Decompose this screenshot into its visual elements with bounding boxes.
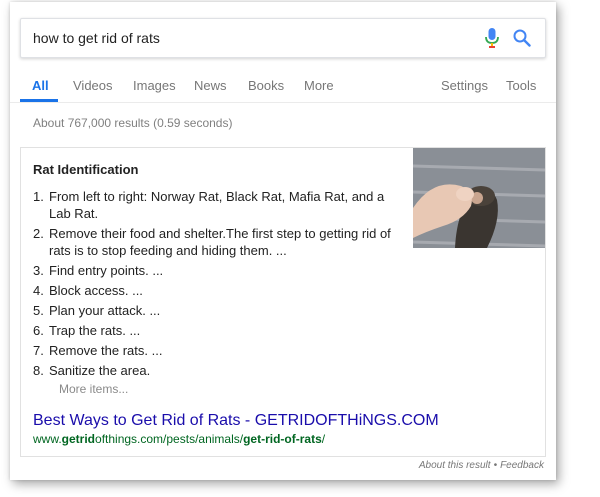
google-results-frame: how to get rid of rats All Videos Images… <box>10 2 556 480</box>
result-url[interactable]: www.getridofthings.com/pests/animals/get… <box>33 432 325 446</box>
about-this-result-link[interactable]: About this result <box>419 460 491 471</box>
tab-news[interactable]: News <box>194 78 227 93</box>
result-title-link[interactable]: Best Ways to Get Rid of Rats - GETRIDOFT… <box>33 412 439 430</box>
list-item: 8. Sanitize the area. <box>33 363 151 378</box>
microphone-icon[interactable] <box>485 28 499 48</box>
tab-more[interactable]: More <box>304 78 334 93</box>
search-input[interactable]: how to get rid of rats <box>33 30 160 46</box>
footer-separator: • <box>493 460 498 471</box>
tab-images[interactable]: Images <box>133 78 176 93</box>
list-item: 5. Plan your attack. ... <box>33 303 161 318</box>
list-item: 4. Block access. ... <box>33 283 143 298</box>
list-item: 7. Remove the rats. ... <box>33 343 163 358</box>
list-item: 2. Remove their food and shelter.The firs… <box>33 226 391 258</box>
tab-all[interactable]: All <box>32 78 49 93</box>
featured-snippet-card: Rat Identification 1. From left to right:… <box>20 147 546 457</box>
list-item: 1. From left to right: Norway Rat, Black … <box>33 189 385 221</box>
tab-settings[interactable]: Settings <box>441 78 488 93</box>
tab-books[interactable]: Books <box>248 78 284 93</box>
list-item: 3. Find entry points. ... <box>33 263 164 278</box>
snippet-steps-list: 1. From left to right: Norway Rat, Black … <box>33 188 403 382</box>
snippet-image[interactable] <box>413 148 545 248</box>
tab-videos[interactable]: Videos <box>73 78 113 93</box>
result-stats: About 767,000 results (0.59 seconds) <box>33 116 233 130</box>
feedback-link[interactable]: Feedback <box>500 460 544 471</box>
snippet-footer: About this result • Feedback <box>419 460 544 471</box>
snippet-heading: Rat Identification <box>33 162 139 177</box>
search-tabs: All Videos Images News Books More Settin… <box>10 64 556 103</box>
more-items-link[interactable]: More items... <box>59 382 128 396</box>
search-icon[interactable] <box>513 29 531 47</box>
list-item: 6. Trap the rats. ... <box>33 323 141 338</box>
search-box[interactable]: how to get rid of rats <box>20 18 546 58</box>
tab-tools[interactable]: Tools <box>506 78 536 93</box>
active-tab-indicator <box>20 99 58 102</box>
